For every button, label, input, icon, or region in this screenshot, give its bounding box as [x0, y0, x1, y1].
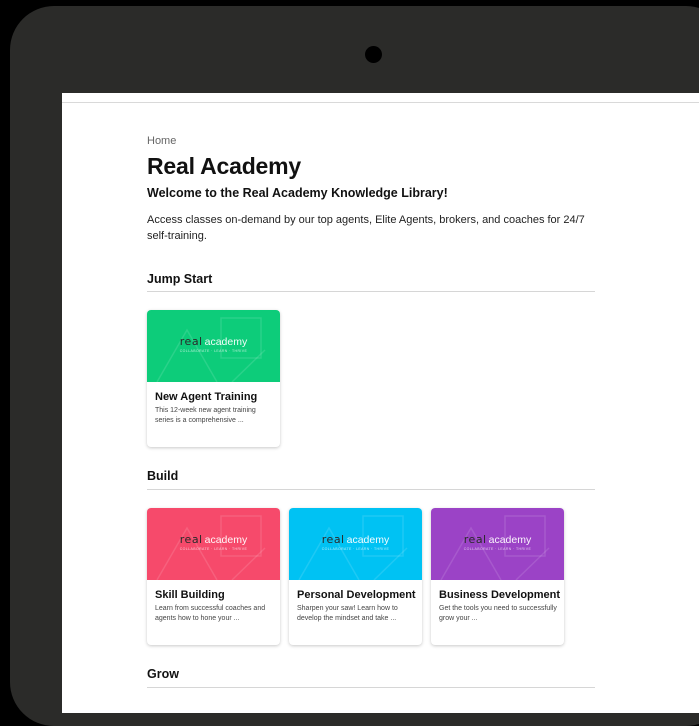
course-card-business-development[interactable]: real academy COLLABORATE · LEARN · THRIVE…	[431, 508, 564, 645]
course-card-skill-building[interactable]: real academy COLLABORATE · LEARN · THRIVE…	[147, 508, 280, 645]
course-thumbnail: real academy COLLABORATE · LEARN · THRIVE	[431, 508, 564, 580]
card-title: Personal Development	[297, 589, 416, 601]
card-description: Get the tools you need to successfully g…	[439, 605, 557, 622]
logo-tagline: COLLABORATE · LEARN · THRIVE	[321, 547, 390, 551]
logo-tagline: COLLABORATE · LEARN · THRIVE	[179, 349, 248, 353]
camera-dot	[365, 46, 382, 63]
card-description: Sharpen your saw! Learn how to develop t…	[297, 605, 398, 622]
page-title: Real Academy	[147, 153, 301, 179]
card-description: This 12-week new agent training series i…	[155, 407, 256, 424]
card-title: New Agent Training	[155, 391, 258, 403]
section-divider	[147, 489, 595, 490]
tablet-frame: Home Real Academy Welcome to the Real Ac…	[10, 6, 699, 726]
screen: Home Real Academy Welcome to the Real Ac…	[62, 93, 699, 713]
breadcrumb[interactable]: Home	[147, 134, 176, 148]
card-title: Skill Building	[155, 589, 225, 601]
academy-logo: real academy	[321, 533, 390, 547]
section-title-grow: Grow	[147, 667, 179, 681]
academy-logo: real academy	[179, 533, 248, 547]
logo-tagline: COLLABORATE · LEARN · THRIVE	[179, 547, 248, 551]
course-card-new-agent-training[interactable]: real academy COLLABORATE · LEARN · THRIVE…	[147, 310, 280, 447]
card-title: Business Development	[439, 589, 561, 601]
section-divider	[147, 687, 595, 688]
section-title-build: Build	[147, 469, 179, 483]
course-thumbnail: real academy COLLABORATE · LEARN · THRIVE	[289, 508, 422, 580]
page-description: Access classes on-demand by our top agen…	[147, 214, 585, 242]
course-thumbnail: real academy COLLABORATE · LEARN · THRIVE	[147, 310, 280, 382]
academy-logo: real academy	[463, 533, 532, 547]
course-card-personal-development[interactable]: real academy COLLABORATE · LEARN · THRIVE…	[289, 508, 422, 645]
academy-logo: real academy	[179, 335, 248, 349]
section-divider	[147, 291, 595, 292]
course-thumbnail: real academy COLLABORATE · LEARN · THRIVE	[147, 508, 280, 580]
card-description: Learn from successful coaches and agents…	[155, 605, 266, 622]
logo-tagline: COLLABORATE · LEARN · THRIVE	[463, 547, 532, 551]
top-bar	[62, 93, 699, 103]
page-subtitle: Welcome to the Real Academy Knowledge Li…	[147, 186, 448, 200]
section-title-jump-start: Jump Start	[147, 272, 213, 286]
